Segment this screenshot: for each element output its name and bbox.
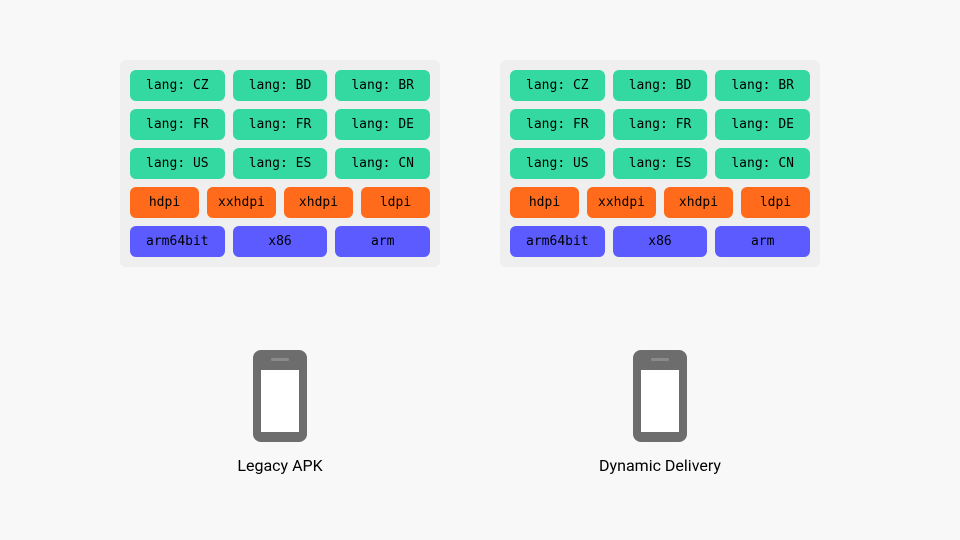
dpi-chip: xhdpi: [284, 187, 353, 218]
lang-chip: lang: BD: [613, 70, 708, 101]
abi-chip: arm: [715, 226, 810, 257]
right-device-group: Dynamic Delivery: [500, 350, 820, 475]
lang-chip: lang: US: [130, 148, 225, 179]
phone-icon: [633, 350, 687, 442]
right-caption: Dynamic Delivery: [599, 456, 721, 475]
lang-chip: lang: CZ: [510, 70, 605, 101]
dpi-chip: ldpi: [361, 187, 430, 218]
abi-chip: arm: [335, 226, 430, 257]
lang-chip: lang: DE: [335, 109, 430, 140]
diagram-stage: lang: CZ lang: BD lang: BR lang: FR lang…: [0, 0, 960, 540]
abi-chip: arm64bit: [510, 226, 605, 257]
phone-screen: [641, 370, 679, 432]
lang-chip: lang: DE: [715, 109, 810, 140]
lang-chip: lang: FR: [510, 109, 605, 140]
phone-icon: [253, 350, 307, 442]
dpi-chip: ldpi: [741, 187, 810, 218]
lang-chip: lang: CN: [715, 148, 810, 179]
lang-chip: lang: ES: [233, 148, 328, 179]
right-column: lang: CZ lang: BD lang: BR lang: FR lang…: [500, 60, 820, 267]
lang-chip: lang: FR: [613, 109, 708, 140]
phone-screen: [261, 370, 299, 432]
dpi-chip: xxhdpi: [207, 187, 276, 218]
left-bundle-panel: lang: CZ lang: BD lang: BR lang: FR lang…: [120, 60, 440, 267]
lang-chip: lang: CN: [335, 148, 430, 179]
lang-chip: lang: ES: [613, 148, 708, 179]
dpi-chip: xxhdpi: [587, 187, 656, 218]
lang-chip: lang: US: [510, 148, 605, 179]
left-device-group: Legacy APK: [120, 350, 440, 475]
lang-chip: lang: BR: [335, 70, 430, 101]
left-caption: Legacy APK: [237, 456, 322, 475]
lang-chip: lang: BD: [233, 70, 328, 101]
abi-chip: x86: [233, 226, 328, 257]
dpi-chip: hdpi: [130, 187, 199, 218]
left-column: lang: CZ lang: BD lang: BR lang: FR lang…: [120, 60, 440, 267]
dpi-chip: xhdpi: [664, 187, 733, 218]
dpi-chip: hdpi: [510, 187, 579, 218]
lang-chip: lang: BR: [715, 70, 810, 101]
lang-chip: lang: CZ: [130, 70, 225, 101]
abi-chip: arm64bit: [130, 226, 225, 257]
lang-chip: lang: FR: [130, 109, 225, 140]
abi-chip: x86: [613, 226, 708, 257]
right-bundle-panel: lang: CZ lang: BD lang: BR lang: FR lang…: [500, 60, 820, 267]
lang-chip: lang: FR: [233, 109, 328, 140]
